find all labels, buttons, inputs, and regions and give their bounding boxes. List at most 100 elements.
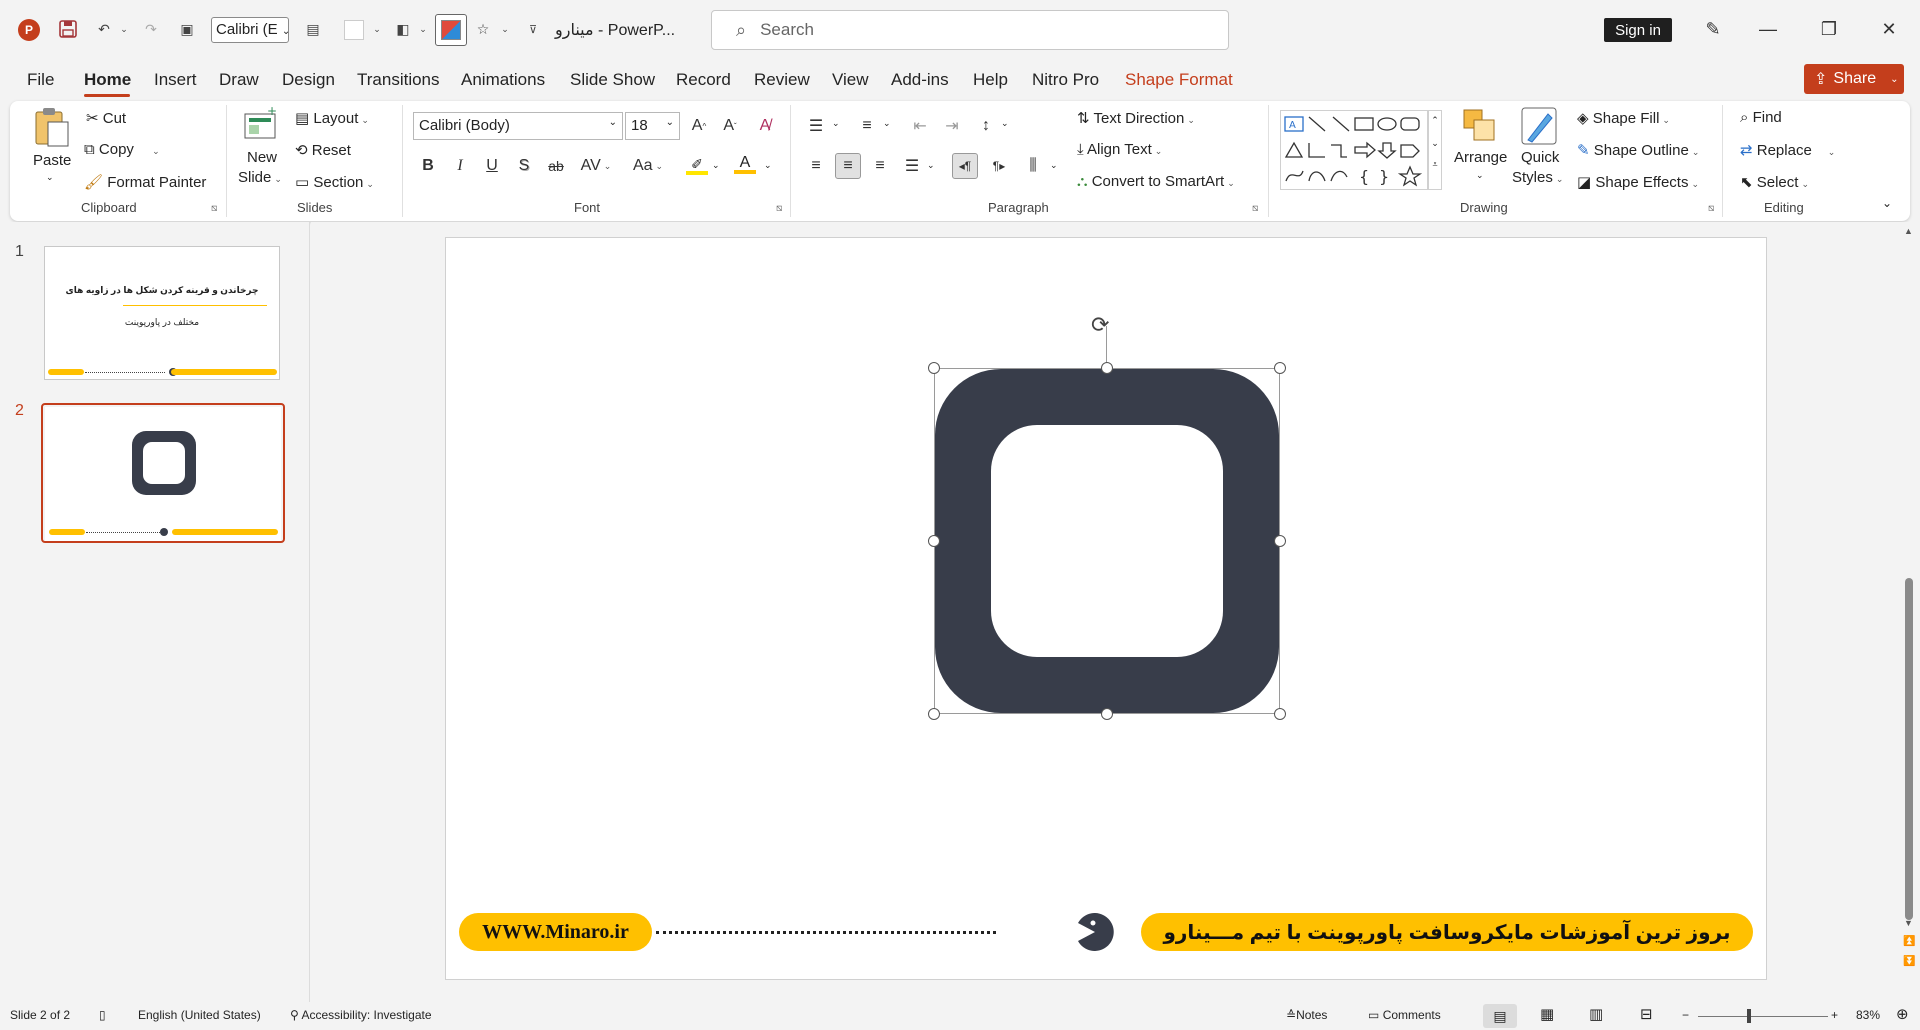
star-icon[interactable]: ☆ bbox=[472, 18, 494, 40]
align-center-icon[interactable]: ≡ bbox=[835, 153, 861, 179]
slide-thumbnail-2[interactable] bbox=[45, 407, 281, 541]
chevron-down-icon[interactable]: ⌄ bbox=[712, 160, 720, 171]
select-button[interactable]: ⬉ Select ⌄ bbox=[1740, 173, 1809, 191]
find-button[interactable]: ⌕ Find bbox=[1740, 109, 1782, 126]
language-indicator[interactable]: English (United States) bbox=[138, 1008, 261, 1022]
spelling-icon[interactable]: ▯ bbox=[99, 1008, 106, 1022]
tab-nitro-pro[interactable]: Nitro Pro bbox=[1032, 70, 1099, 90]
next-slide-icon[interactable]: ⏬ bbox=[1903, 956, 1915, 967]
tab-add-ins[interactable]: Add-ins bbox=[891, 70, 949, 90]
format-painter-button[interactable]: 🖌 Format Painter bbox=[84, 173, 206, 191]
tab-help[interactable]: Help bbox=[973, 70, 1008, 90]
slide-thumbnail-1[interactable]: چرخاندن و قرینه کردن شکل ها در زاویه های… bbox=[44, 246, 280, 380]
arrange-button[interactable]: Arrange bbox=[1454, 149, 1507, 166]
zoom-level[interactable]: 83% bbox=[1856, 1008, 1880, 1022]
cut-button[interactable]: ✂ Cut bbox=[86, 109, 126, 127]
font-size-box[interactable]: 18 ⌄ bbox=[625, 112, 680, 140]
justify-icon[interactable]: ☰ bbox=[899, 153, 925, 179]
tab-animations[interactable]: Animations bbox=[461, 70, 545, 90]
font-color-icon[interactable]: A bbox=[734, 154, 756, 176]
layout-button[interactable]: ▤ Layout ⌄ bbox=[295, 109, 369, 127]
shape-fill-button[interactable]: ◈ Shape Fill ⌄ bbox=[1577, 109, 1670, 127]
close-button[interactable]: ✕ bbox=[1874, 14, 1904, 44]
chevron-down-icon[interactable]: ⌄ bbox=[1050, 160, 1058, 171]
change-case-button[interactable]: Aa ⌄ bbox=[628, 153, 668, 179]
tab-record[interactable]: Record bbox=[676, 70, 731, 90]
shadow-button[interactable]: S bbox=[511, 153, 537, 179]
increase-indent-icon[interactable]: ⇥ bbox=[939, 113, 965, 139]
undo-dropdown-icon[interactable]: ⌄ bbox=[113, 18, 135, 40]
arrange-icon[interactable] bbox=[1460, 106, 1500, 148]
sign-in-button[interactable]: Sign in bbox=[1604, 18, 1672, 42]
slide-sorter-icon[interactable]: ▦ bbox=[1540, 1005, 1554, 1023]
resize-handle[interactable] bbox=[1101, 708, 1113, 720]
reading-view-icon[interactable]: ▥ bbox=[1589, 1005, 1603, 1023]
quick-styles-button[interactable]: Quick bbox=[1521, 149, 1559, 166]
quick-styles-icon[interactable] bbox=[1520, 106, 1560, 148]
dropdown-icon[interactable]: ⌄ bbox=[412, 18, 434, 40]
search-box[interactable]: ⌕ Search bbox=[711, 10, 1229, 50]
numbering-icon[interactable]: ≡ bbox=[854, 113, 880, 139]
pen-icon[interactable]: ✎ bbox=[1698, 14, 1728, 44]
paste-icon[interactable] bbox=[32, 106, 70, 148]
fit-slide-icon[interactable]: ⊕ bbox=[1896, 1005, 1909, 1023]
shape-outline-button[interactable]: ✎ Shape Outline ⌄ bbox=[1577, 141, 1699, 159]
convert-smartart-button[interactable]: ⛬ Convert to SmartArt ⌄ bbox=[1077, 173, 1235, 190]
zoom-slider-track[interactable] bbox=[1698, 1016, 1828, 1017]
scrollbar-thumb[interactable] bbox=[1905, 578, 1913, 920]
align-text-button[interactable]: ⤓ Align Text ⌄ bbox=[1077, 141, 1162, 158]
save-icon[interactable] bbox=[57, 18, 79, 40]
zoom-in-icon[interactable]: + bbox=[1831, 1008, 1838, 1022]
normal-view-icon[interactable]: ▤ bbox=[1483, 1004, 1517, 1028]
dropdown-icon[interactable]: ⌄ bbox=[366, 18, 388, 40]
scroll-up-icon[interactable]: ▲ bbox=[1904, 226, 1913, 236]
resize-handle[interactable] bbox=[1274, 708, 1286, 720]
resize-handle[interactable] bbox=[1274, 362, 1286, 374]
columns-icon[interactable]: ⫼ bbox=[1020, 153, 1046, 179]
chevron-down-icon[interactable]: ⌄ bbox=[832, 118, 840, 129]
dropdown-icon[interactable]: ⌄ bbox=[494, 18, 516, 40]
new-slide-icon[interactable]: + bbox=[242, 104, 280, 148]
bold-button[interactable]: B bbox=[415, 153, 441, 179]
minimize-button[interactable]: — bbox=[1753, 14, 1783, 44]
color-picker-button[interactable] bbox=[435, 14, 467, 46]
character-spacing-icon[interactable]: AV ⌄ bbox=[576, 153, 616, 179]
tab-insert[interactable]: Insert bbox=[154, 70, 197, 90]
share-button[interactable]: ⇪ Share ⌄ bbox=[1804, 64, 1904, 94]
gallery-scroll[interactable]: ⌃ ⌄ ⩡ bbox=[1428, 110, 1442, 190]
resize-handle[interactable] bbox=[1274, 535, 1286, 547]
chevron-down-icon[interactable]: ⌄ bbox=[1476, 170, 1484, 181]
section-button[interactable]: ▭ Section ⌄ bbox=[295, 173, 374, 191]
customize-toolbar-icon[interactable]: ⊽ bbox=[522, 18, 544, 40]
quick-font-box[interactable]: Calibri (E ⌄ bbox=[211, 17, 289, 43]
comments-button[interactable]: ▭ Comments bbox=[1368, 1008, 1441, 1022]
highlight-icon[interactable]: ✐ bbox=[686, 156, 708, 178]
underline-button[interactable]: U bbox=[479, 153, 505, 179]
undo-icon[interactable]: ↶ bbox=[93, 18, 115, 40]
new-slide-button-line2[interactable]: Slide ⌄ bbox=[238, 169, 282, 186]
slideshow-view-icon[interactable]: ⊟ bbox=[1640, 1005, 1653, 1023]
rtl-icon[interactable]: ◂¶ bbox=[952, 153, 978, 179]
bullets-icon[interactable]: ☰ bbox=[803, 113, 829, 139]
resize-handle[interactable] bbox=[928, 708, 940, 720]
text-direction-button[interactable]: ⇅ Text Direction ⌄ bbox=[1077, 109, 1195, 127]
tab-file[interactable]: File bbox=[27, 70, 54, 90]
scroll-down-icon[interactable]: ▼ bbox=[1904, 918, 1913, 928]
shapes-gallery[interactable]: A {} bbox=[1280, 110, 1428, 190]
tab-home[interactable]: Home bbox=[84, 70, 131, 90]
decrease-font-icon[interactable]: Aˇ bbox=[717, 113, 743, 139]
paste-button[interactable]: Paste bbox=[33, 152, 71, 169]
chevron-down-icon[interactable]: ⌄ bbox=[764, 160, 772, 171]
tab-shape-format[interactable]: Shape Format bbox=[1125, 70, 1233, 90]
decrease-indent-icon[interactable]: ⇤ bbox=[907, 113, 933, 139]
dialog-launcher-icon[interactable]: ⧅ bbox=[1708, 203, 1714, 214]
chevron-down-icon[interactable]: ⌄ bbox=[46, 172, 54, 183]
line-spacing-icon[interactable]: ↕ bbox=[973, 113, 999, 139]
resize-handle[interactable] bbox=[928, 535, 940, 547]
zoom-out-icon[interactable]: − bbox=[1682, 1008, 1689, 1022]
blank-icon[interactable] bbox=[344, 20, 364, 40]
rotate-handle-icon[interactable]: ⟳ bbox=[1091, 312, 1109, 338]
dialog-launcher-icon[interactable]: ⧅ bbox=[776, 203, 782, 214]
redo-icon[interactable]: ↷ bbox=[140, 18, 162, 40]
layout-quick-icon[interactable]: ▤ bbox=[302, 18, 324, 40]
